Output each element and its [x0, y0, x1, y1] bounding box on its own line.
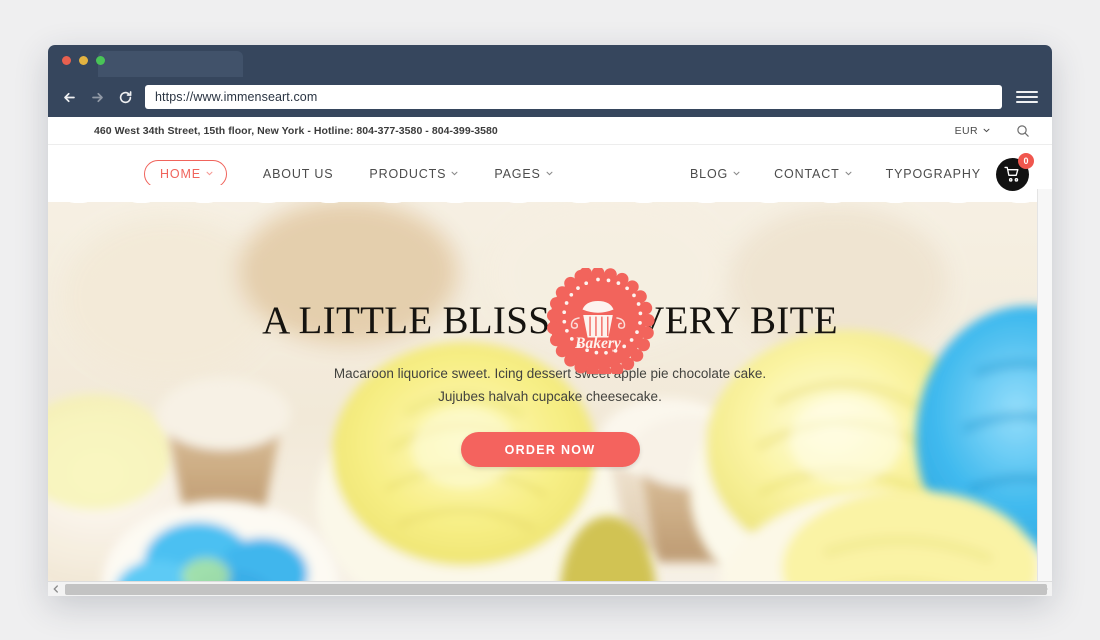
forward-arrow-icon[interactable]: [90, 90, 105, 105]
nav-item-contact[interactable]: CONTACT: [774, 166, 852, 181]
browser-toolbar: https://www.immenseart.com: [48, 77, 1052, 117]
currency-label: EUR: [954, 124, 978, 137]
store-address: 460 West 34th Street, 15th floor, New Yo…: [94, 124, 498, 137]
cart-button[interactable]: 0: [996, 153, 1034, 191]
cart-count-badge: 0: [1018, 153, 1034, 169]
hero-slider: A LITTLE BLISS IN EVERY BITE Macaroon li…: [48, 202, 1052, 596]
order-now-button[interactable]: ORDER NOW: [460, 432, 640, 468]
scroll-left-arrow-icon[interactable]: [48, 582, 63, 597]
main-navigation: HOME ABOUT US PRODUCTS PAGES BLOG CONTACT TYP…: [48, 145, 1052, 203]
nav-item-about-us[interactable]: ABOUT US: [263, 167, 333, 181]
scrollbar-thumb[interactable]: [65, 583, 1047, 595]
website-viewport: 460 West 34th Street, 15th floor, New Yo…: [48, 117, 1052, 596]
nav-item-label: TYPOGRAPHY: [885, 166, 981, 181]
vertical-scrollbar[interactable]: [1037, 189, 1052, 581]
browser-title-bar: [48, 45, 1052, 77]
bakery-logo-badge-icon: Bakery: [547, 266, 655, 379]
nav-item-label: HOME: [160, 166, 201, 181]
chevron-down-icon: [845, 171, 852, 176]
nav-group-right: BLOG CONTACT TYPOGRAPHY: [690, 145, 981, 202]
nav-item-blog[interactable]: BLOG: [690, 167, 740, 181]
nav-item-label: ABOUT US: [262, 166, 334, 181]
chevron-down-icon: [546, 171, 553, 176]
close-window-button[interactable]: [62, 56, 71, 65]
search-icon[interactable]: [1016, 124, 1030, 138]
nav-item-label: BLOG: [690, 166, 729, 181]
maximize-window-button[interactable]: [96, 56, 105, 65]
bakery-logo[interactable]: Bakery: [538, 266, 658, 379]
nav-item-label: PRODUCTS: [369, 166, 447, 181]
nav-item-label: PAGES: [494, 166, 541, 181]
bakery-logo-text: Bakery: [574, 335, 621, 352]
browser-window: https://www.immenseart.com 460 West 34th…: [48, 45, 1052, 596]
back-arrow-icon[interactable]: [62, 90, 77, 105]
browser-nav-buttons: [62, 90, 133, 105]
nav-item-home[interactable]: HOME: [144, 159, 227, 188]
hero-subtitle-line-2: Jujubes halvah cupcake cheesecake.: [438, 389, 662, 405]
shopping-cart-icon: [1004, 166, 1019, 182]
horizontal-scrollbar[interactable]: [48, 581, 1052, 596]
site-info-bar: 460 West 34th Street, 15th floor, New Yo…: [48, 117, 1052, 145]
browser-menu-icon[interactable]: [1016, 91, 1038, 103]
nav-item-pages[interactable]: PAGES: [494, 166, 553, 181]
minimize-window-button[interactable]: [79, 56, 88, 65]
scrollbar-track[interactable]: [63, 582, 1047, 597]
url-input[interactable]: https://www.immenseart.com: [145, 85, 1002, 109]
info-bar-actions: EUR: [955, 124, 1030, 138]
browser-tab[interactable]: [98, 51, 243, 77]
nav-group-left: HOME ABOUT US PRODUCTS PAGES: [144, 145, 553, 202]
nav-item-label: CONTACT: [774, 166, 840, 181]
nav-item-products[interactable]: PRODUCTS: [369, 167, 458, 181]
currency-selector[interactable]: EUR: [955, 125, 990, 137]
chevron-down-icon: [983, 128, 990, 133]
chevron-down-icon: [733, 171, 740, 176]
chevron-down-icon: [206, 171, 213, 176]
nav-item-typography[interactable]: TYPOGRAPHY: [886, 167, 981, 181]
reload-icon[interactable]: [118, 90, 133, 105]
chevron-down-icon: [451, 171, 458, 176]
window-controls: [62, 56, 105, 65]
